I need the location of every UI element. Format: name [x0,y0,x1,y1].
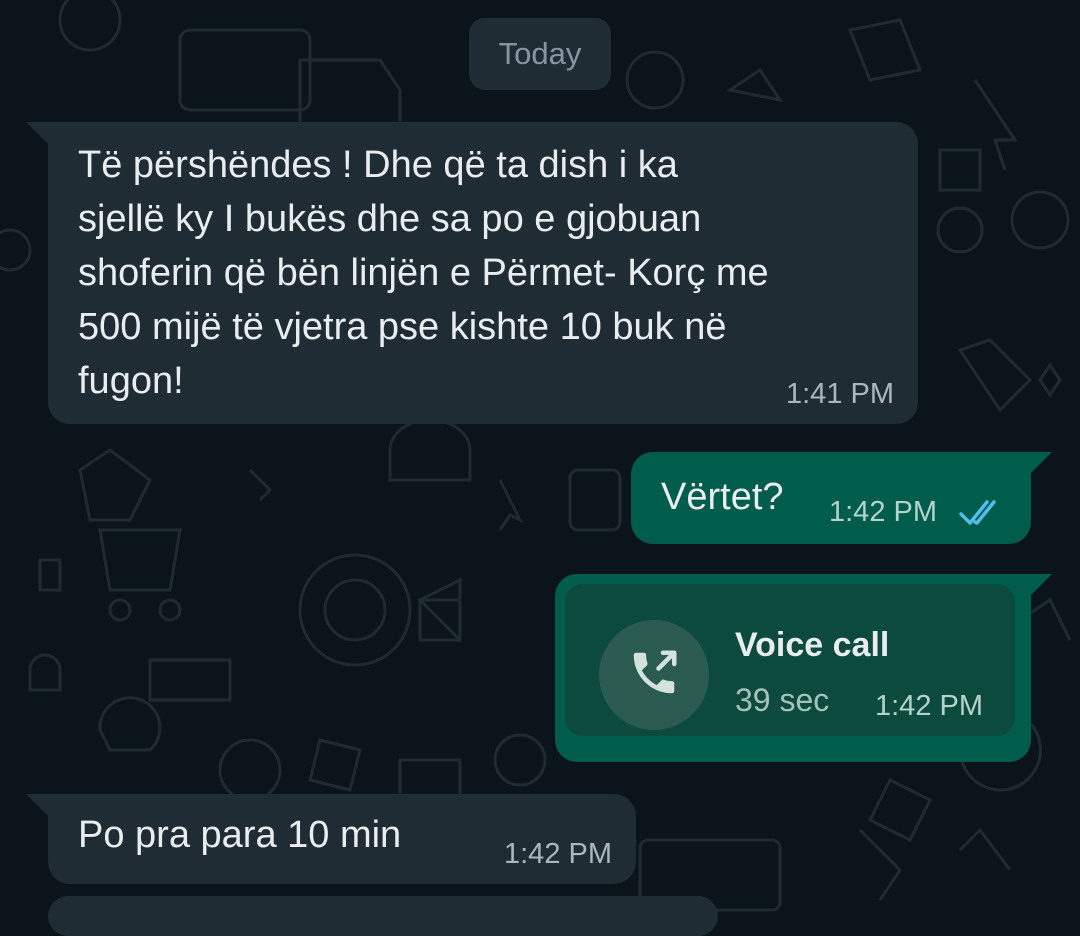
date-label: Today [498,36,582,71]
bubble-tail [1028,574,1052,598]
bubble-tail [26,794,50,818]
message-time: 1:42 PM [875,690,983,722]
bubble-tail [26,122,50,146]
incoming-message-bubble[interactable]: Të përshëndes ! Dhe që ta dish i ka sjel… [48,122,918,424]
message-time: 1:42 PM [504,838,612,870]
voice-call-bubble[interactable]: Voice call 39 sec 1:42 PM [555,574,1031,762]
call-icon-badge [599,620,709,730]
double-check-icon [959,498,1005,528]
message-time: 1:42 PM [829,496,937,528]
message-time: 1:41 PM [786,378,894,410]
outgoing-call-icon [627,646,681,705]
date-separator: Today [469,18,611,90]
message-text: Po pra para 10 min [78,814,402,856]
bubble-tail [1028,452,1052,476]
outgoing-message-bubble[interactable]: Vërtet? 1:42 PM [631,452,1031,544]
message-text: Të përshëndes ! Dhe që ta dish i ka sjel… [78,144,769,402]
call-duration: 39 sec [735,682,830,718]
incoming-message-bubble[interactable]: Po pra para 10 min 1:42 PM [48,794,636,884]
incoming-message-bubble-partial[interactable] [48,896,718,936]
voice-call-card[interactable]: Voice call 39 sec 1:42 PM [565,584,1015,736]
call-title: Voice call [735,626,890,664]
message-text: Vërtet? [661,476,784,518]
